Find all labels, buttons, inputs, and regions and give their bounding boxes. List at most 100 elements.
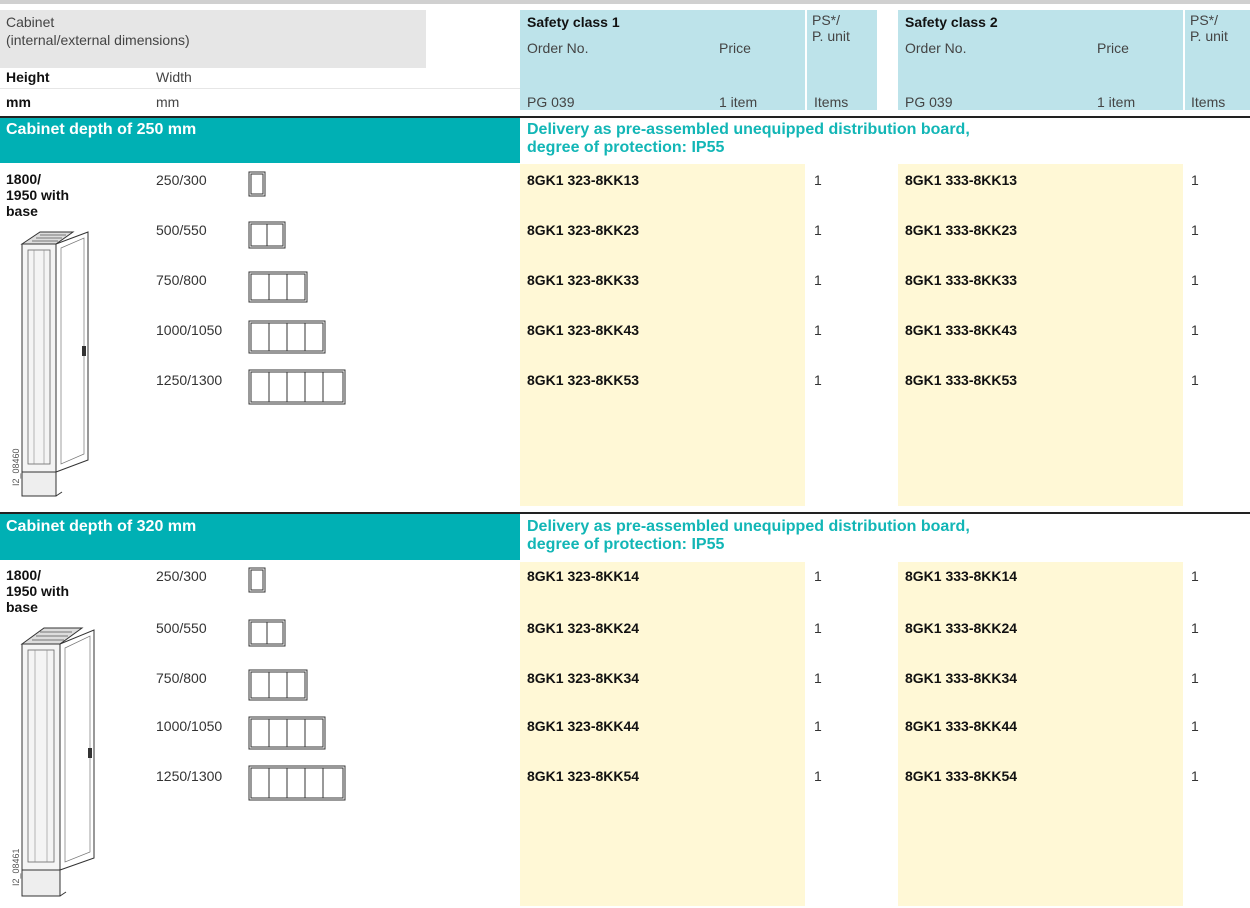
- height-value-line3: base: [6, 203, 38, 219]
- ps2-value: 1: [1191, 372, 1199, 388]
- sc1-column-bg: [520, 562, 805, 906]
- height-value-line1: 1800/: [6, 567, 42, 583]
- ps2-value: 1: [1191, 620, 1199, 636]
- cabinet-label: Cabinet: [6, 14, 55, 30]
- cabinet-front-4-doors: [248, 320, 326, 354]
- header-divider: [0, 88, 520, 89]
- ps1-value: 1: [814, 718, 822, 734]
- cabinet-front-1-door: [248, 567, 266, 593]
- height-value-line2: 1950 with: [6, 187, 70, 203]
- sc1-order-number: 8GK1 323-8KK14: [527, 568, 640, 584]
- image-reference: I2_08461: [11, 848, 21, 886]
- sc2-price-unit: 1 item: [1097, 94, 1136, 110]
- ps1-value: 1: [814, 620, 822, 636]
- ps2-items: Items: [1191, 94, 1226, 110]
- sc2-column-bg: [898, 562, 1183, 906]
- sc2-order-number: 8GK1 333-8KK43: [905, 322, 1018, 338]
- width-value: 250/300: [156, 568, 207, 584]
- sc1-order-number: 8GK1 323-8KK34: [527, 670, 640, 686]
- ps2-value: 1: [1191, 568, 1199, 584]
- sc2-order-number: 8GK1 333-8KK24: [905, 620, 1018, 636]
- top-rule: [0, 0, 1250, 4]
- cabinet-front-2-doors: [248, 221, 286, 249]
- ps2-value: 1: [1191, 768, 1199, 784]
- ps2-value: 1: [1191, 718, 1199, 734]
- cabinet-front-4-doors: [248, 716, 326, 750]
- cabinet-front-2-doors: [248, 619, 286, 647]
- sc2-order-number: 8GK1 333-8KK54: [905, 768, 1018, 784]
- delivery-note-line2: degree of protection: IP55: [527, 139, 725, 156]
- ps1-line2: P. unit: [812, 28, 850, 44]
- sc2-pg: PG 039: [905, 94, 953, 110]
- ps2-value: 1: [1191, 272, 1199, 288]
- ps1-value: 1: [814, 272, 822, 288]
- cabinet-front-5-doors: [248, 369, 346, 405]
- width-value: 500/550: [156, 222, 207, 238]
- sc2-order-number: 8GK1 333-8KK44: [905, 718, 1018, 734]
- ps2-line2: P. unit: [1190, 28, 1228, 44]
- sc1-order-number: 8GK1 323-8KK54: [527, 768, 640, 784]
- sc2-order-number: 8GK1 333-8KK23: [905, 222, 1018, 238]
- sc1-title: Safety class 1: [527, 14, 620, 30]
- sc1-price-label: Price: [719, 40, 751, 56]
- sc1-order-number: 8GK1 323-8KK13: [527, 172, 640, 188]
- width-value: 250/300: [156, 172, 207, 188]
- ps2-value: 1: [1191, 222, 1199, 238]
- sc1-order-number: 8GK1 323-8KK43: [527, 322, 640, 338]
- sc2-order-number: 8GK1 333-8KK14: [905, 568, 1018, 584]
- sc2-order-number: 8GK1 333-8KK33: [905, 272, 1018, 288]
- width-value: 1250/1300: [156, 768, 223, 784]
- sc2-order-no-label: Order No.: [905, 40, 967, 56]
- sc2-price-label: Price: [1097, 40, 1129, 56]
- sc1-price-unit: 1 item: [719, 94, 758, 110]
- width-label: Width: [156, 69, 192, 85]
- cabinet-front-5-doors: [248, 765, 346, 801]
- ps2-value: 1: [1191, 172, 1199, 188]
- ps1-value: 1: [814, 568, 822, 584]
- section-title: Cabinet depth of 320 mm: [6, 518, 197, 535]
- ps2-line1: PS*/: [1190, 12, 1219, 28]
- sc2-order-number: 8GK1 333-8KK53: [905, 372, 1018, 388]
- cabinet-front-3-doors: [248, 669, 308, 701]
- height-value-line3: base: [6, 599, 38, 615]
- ps2-value: 1: [1191, 322, 1199, 338]
- sc1-order-number: 8GK1 323-8KK44: [527, 718, 640, 734]
- ps1-value: 1: [814, 670, 822, 686]
- width-value: 1000/1050: [156, 322, 223, 338]
- ps1-items: Items: [814, 94, 849, 110]
- height-value-line2: 1950 with: [6, 583, 70, 599]
- image-reference: I2_08460: [11, 448, 21, 486]
- ps2-value: 1: [1191, 670, 1199, 686]
- width-value: 1250/1300: [156, 372, 223, 388]
- cabinet-sublabel: (internal/external dimensions): [6, 32, 190, 48]
- height-value-line1: 1800/: [6, 171, 42, 187]
- cabinet-illustration: [20, 627, 95, 897]
- ps1-value: 1: [814, 372, 822, 388]
- sc2-title: Safety class 2: [905, 14, 998, 30]
- sc1-order-number: 8GK1 323-8KK23: [527, 222, 640, 238]
- sc1-order-number: 8GK1 323-8KK33: [527, 272, 640, 288]
- width-value: 750/800: [156, 670, 207, 686]
- sc2-order-number: 8GK1 333-8KK13: [905, 172, 1018, 188]
- sc2-order-number: 8GK1 333-8KK34: [905, 670, 1018, 686]
- sc1-order-no-label: Order No.: [527, 40, 589, 56]
- cabinet-front-1-door: [248, 171, 266, 197]
- delivery-note-line2: degree of protection: IP55: [527, 536, 725, 553]
- height-label: Height: [6, 69, 50, 85]
- width-value: 500/550: [156, 620, 207, 636]
- width-value: 1000/1050: [156, 718, 223, 734]
- cabinet-front-3-doors: [248, 271, 308, 303]
- ps1-value: 1: [814, 322, 822, 338]
- ps1-line1: PS*/: [812, 12, 841, 28]
- sc1-order-number: 8GK1 323-8KK24: [527, 620, 640, 636]
- ps1-value: 1: [814, 768, 822, 784]
- ps1-value: 1: [814, 222, 822, 238]
- ps1-value: 1: [814, 172, 822, 188]
- section-title: Cabinet depth of 250 mm: [6, 121, 197, 138]
- cabinet-illustration: [20, 231, 89, 497]
- delivery-note-line1: Delivery as pre-assembled unequipped dis…: [527, 518, 970, 535]
- height-unit: mm: [6, 94, 31, 110]
- sc1-pg: PG 039: [527, 94, 575, 110]
- delivery-note-line1: Delivery as pre-assembled unequipped dis…: [527, 121, 970, 138]
- sc1-order-number: 8GK1 323-8KK53: [527, 372, 640, 388]
